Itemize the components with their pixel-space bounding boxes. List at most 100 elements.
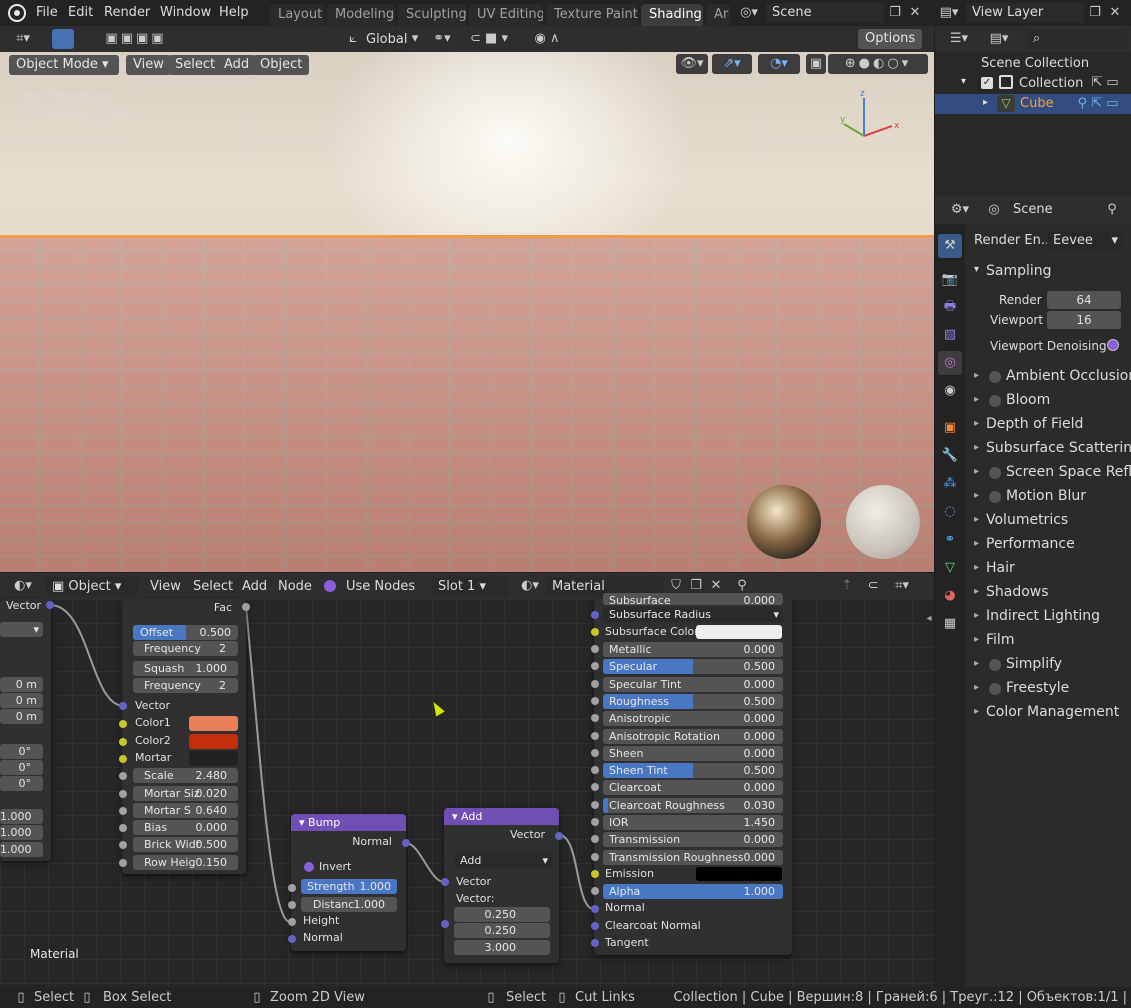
viewport-samples-field[interactable]: 16 (1047, 311, 1121, 329)
principled-bsdf-node[interactable]: Subsurface 0.000 Subsurface Radius ▾ Subs… (591, 593, 792, 955)
bump-distance-field[interactable]: Distanc 1.000 (301, 897, 397, 912)
bump-node-header[interactable]: ▾ Bump (291, 814, 406, 831)
bump-strength-socket[interactable] (288, 884, 296, 892)
sampling-expand-icon[interactable]: ▾ (974, 264, 979, 275)
bsdf-row-field[interactable]: Clearcoat Roughness 0.030 (603, 797, 783, 813)
render-panel-9[interactable]: ▸ Shadows (965, 582, 1131, 604)
render-panel-4[interactable]: ▸ Screen Space Refle (965, 462, 1131, 484)
panel-expand-icon[interactable]: ▸ (974, 610, 979, 621)
bump-distance-socket[interactable] (288, 901, 296, 909)
bsdf-row-socket[interactable] (591, 679, 599, 688)
scene-icon[interactable]: ◎▾ (736, 3, 762, 23)
add-vector2-socket[interactable] (441, 920, 449, 928)
viewport-menu-object[interactable]: Object (253, 55, 310, 75)
bsdf-clearcoat-normal-socket[interactable] (591, 922, 599, 930)
brick-mortar-socket[interactable] (119, 755, 127, 763)
properties-pin-icon[interactable]: ⚲ (1103, 200, 1121, 220)
tab-uv-editing[interactable]: UV Editing (469, 4, 543, 26)
mapping-node[interactable]: Vector ▾ 0 m 0 m 0 m 0° 0° 0° 1.000 1.00… (0, 599, 54, 861)
pivot-icon[interactable]: ⚭▾ (426, 29, 458, 49)
tab-texture-paint[interactable]: Texture Paint (546, 4, 638, 26)
bsdf-row-socket[interactable] (591, 662, 599, 671)
node-editor-canvas[interactable]: Vector ▾ 0 m 0 m 0 m 0° 0° 0° 1.000 1.00… (0, 593, 934, 987)
bsdf-row-field[interactable]: Roughness 0.500 (603, 693, 783, 709)
mapping-rotation-z[interactable]: 0° (0, 776, 43, 791)
bsdf-alpha-socket[interactable] (591, 887, 599, 895)
collection-visibility-icons[interactable]: ⇱ ▭ (1085, 73, 1125, 91)
mapping-vector-socket[interactable] (46, 601, 54, 609)
render-panel-5[interactable]: ▸ Motion Blur (965, 486, 1131, 508)
render-engine-dropdown[interactable]: Eevee ▾ (1047, 231, 1123, 251)
bsdf-tangent-socket[interactable] (591, 939, 599, 947)
render-panel-14[interactable]: ▸ Color Management (965, 702, 1131, 724)
bsdf-row-socket[interactable] (591, 818, 599, 826)
select-mode-icons[interactable]: ▣▣▣▣ (88, 29, 184, 49)
bsdf-subsurface-color-swatch[interactable] (696, 625, 782, 639)
mapping-scale-z[interactable]: 1.000 (0, 842, 43, 857)
outliner-scene-collection[interactable]: Scene Collection (981, 56, 1089, 71)
brick-offset-field[interactable]: Offset 0.500 (133, 625, 238, 640)
panel-expand-icon[interactable]: ▸ (974, 682, 979, 693)
bsdf-row-socket[interactable] (591, 714, 599, 723)
render-samples-field[interactable]: 64 (1047, 291, 1121, 309)
add-vector-x[interactable]: 0.250 (454, 907, 550, 922)
bsdf-subsurface-field[interactable]: Subsurface 0.000 (603, 593, 783, 605)
viewport-menu-select[interactable]: Select (168, 55, 223, 75)
bsdf-row-field[interactable]: Transmission 0.000 (603, 832, 783, 848)
panel-expand-icon[interactable]: ▸ (974, 586, 979, 597)
node-editor-type-icon[interactable]: ◐▾ (6, 576, 40, 596)
panel-expand-icon[interactable]: ▸ (974, 442, 979, 453)
tab-animation[interactable]: Ar (706, 4, 730, 26)
xray-icon[interactable]: ▣ (806, 54, 826, 74)
mapping-location-y[interactable]: 0 m (0, 693, 43, 708)
add-vector-input-socket[interactable] (441, 878, 449, 886)
panel-enable-checkbox[interactable] (989, 491, 1001, 503)
add-vector-z[interactable]: 3.000 (454, 940, 550, 955)
constraints-tab-icon[interactable]: ⚭ (938, 528, 962, 552)
object-tab-icon[interactable]: ▣ (938, 416, 962, 440)
menu-render[interactable]: Render (104, 5, 150, 20)
viewport-menu-add[interactable]: Add (217, 55, 257, 75)
tab-shading[interactable]: Shading (641, 4, 703, 26)
panel-expand-icon[interactable]: ▸ (974, 634, 979, 645)
bsdf-row-field[interactable]: Specular 0.500 (603, 659, 783, 675)
node-menu-select[interactable]: Select (193, 579, 233, 594)
panel-enable-checkbox[interactable] (989, 371, 1001, 383)
bsdf-row-socket[interactable] (591, 696, 599, 705)
brick-width-socket[interactable] (119, 841, 127, 849)
brick-color2-swatch[interactable] (189, 734, 238, 749)
render-panel-0[interactable]: ▸ Ambient Occlusion (965, 366, 1131, 388)
material-browse-icon[interactable]: ◐▾ (516, 576, 544, 596)
panel-enable-checkbox[interactable] (989, 659, 1001, 671)
bsdf-row-socket[interactable] (591, 645, 599, 653)
scene-field[interactable]: Scene (766, 3, 884, 23)
bsdf-row-field[interactable]: Sheen 0.000 (603, 745, 783, 761)
mapping-rotation-x[interactable]: 0° (0, 744, 43, 759)
bsdf-emission-socket[interactable] (591, 870, 599, 878)
physics-tab-icon[interactable]: ◌ (938, 500, 962, 524)
bsdf-row-socket[interactable] (591, 783, 599, 792)
brick-mortar-size-field[interactable]: Mortar Siz 0.020 (133, 786, 238, 801)
bsdf-row-field[interactable]: Anisotropic 0.000 (603, 711, 783, 727)
outliner-collection[interactable]: Collection (1019, 76, 1083, 91)
view-layer-icon[interactable]: ▤▾ (934, 3, 964, 23)
mapping-location-x[interactable]: 0 m (0, 677, 43, 692)
snap-element-icon[interactable]: ⌗▾ (886, 576, 918, 596)
cube-expand-icon[interactable]: ▸ (983, 97, 988, 108)
menu-edit[interactable]: Edit (68, 5, 93, 20)
add-operation-dropdown[interactable]: Add ▾ (454, 853, 552, 868)
bsdf-row-socket[interactable] (591, 852, 599, 861)
panel-expand-icon[interactable]: ▸ (974, 538, 979, 549)
new-scene-icon[interactable]: ❐ (886, 3, 904, 23)
output-tab-icon[interactable]: 🖶 (938, 295, 962, 319)
vector-add-node[interactable]: ▾ Add Vector Add ▾ Vector Vector: 0.250 0… (441, 808, 563, 963)
bsdf-row-field[interactable]: Sheen Tint 0.500 (603, 763, 783, 779)
bsdf-row-field[interactable]: Transmission Roughness 0.000 (603, 849, 783, 865)
brick-squash-field[interactable]: Squash 1.000 (133, 661, 238, 676)
render-panel-10[interactable]: ▸ Indirect Lighting (965, 606, 1131, 628)
outliner-editor-type-icon[interactable]: ☰▾ (943, 29, 975, 49)
mapping-type-dropdown[interactable]: ▾ (0, 622, 43, 637)
sidebar-toggle-icon[interactable]: ◂ (924, 609, 934, 629)
render-panel-3[interactable]: ▸ Subsurface Scattering (965, 438, 1131, 460)
tab-sculpting[interactable]: Sculpting (398, 4, 466, 26)
